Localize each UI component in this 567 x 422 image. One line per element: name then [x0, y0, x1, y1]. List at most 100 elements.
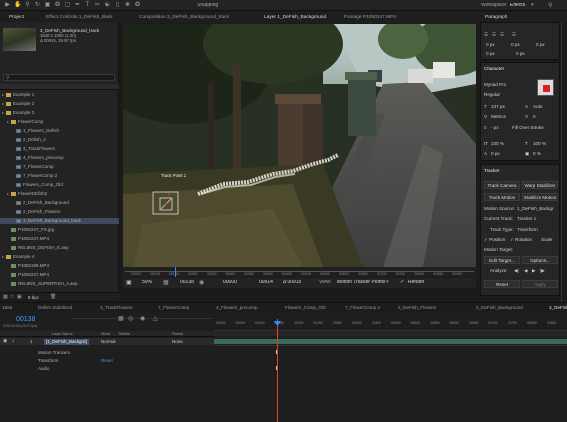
project-folder[interactable]: ▸ Example 1 [0, 92, 119, 98]
indent-left-field[interactable]: 0 px [486, 42, 495, 47]
analyze-forward-frame-icon[interactable]: |▶ [540, 268, 545, 274]
project-item[interactable]: 2_DeFish_Background [0, 200, 119, 206]
tab-project[interactable]: Project [1, 13, 24, 22]
pen-tool-icon[interactable]: ✒ [74, 2, 81, 9]
project-folder[interactable]: ▸ FlowerDEfish2 [0, 191, 119, 197]
timeline-tab[interactable]: 7_FlowerComp [158, 305, 189, 310]
timeline-ruler[interactable]: 0000000050001000015000200002500030000350… [214, 319, 567, 331]
interpret-footage-icon[interactable]: ▦ [3, 294, 8, 300]
eye-icon[interactable]: ◉ [3, 338, 7, 344]
tab-footage[interactable]: Footage P1050247.MP4 [336, 13, 396, 22]
layer-duration-bar[interactable] [214, 339, 567, 344]
timeline-playhead[interactable] [277, 319, 278, 422]
timeline-current-time[interactable]: 00138 [16, 316, 35, 324]
checkbox-icon[interactable]: ✓ [510, 237, 514, 243]
tracking-field[interactable]: 0 [533, 114, 536, 119]
puppet-tool-icon[interactable]: ✪ [134, 2, 141, 9]
timeline-tab[interactable]: 2_DeFish_Background [476, 305, 523, 310]
tab-paragraph[interactable]: Paragraph [477, 13, 507, 22]
motion-blur-icon[interactable]: ◉ [140, 315, 145, 322]
kerning-field[interactable]: Metrics [491, 114, 506, 119]
analyze-backward-icon[interactable]: ◀ [524, 268, 528, 274]
track-point-attach[interactable] [164, 202, 168, 206]
project-folder[interactable]: ▸ Example 2 [0, 101, 119, 107]
timeline-tab[interactable]: 4_Flowers_precomp [216, 305, 258, 310]
out-point[interactable]: 00914 [259, 280, 273, 286]
project-folder[interactable]: ▸ FlowerComp [0, 119, 119, 125]
justify-icon[interactable]: ☰ [512, 32, 516, 38]
transform-reset-link[interactable]: Reset [101, 358, 113, 363]
render-checkbox[interactable]: Render [408, 280, 424, 286]
baseline-field[interactable]: 0 px [491, 151, 500, 156]
tab-composition[interactable]: Composition 3_DeFish_Background_track [131, 13, 229, 22]
analyze-back-frame-icon[interactable]: ◀| [514, 268, 519, 274]
project-folder[interactable]: ▸ Example 4 [0, 254, 119, 260]
brush-tool-icon[interactable]: ✏ [94, 2, 101, 9]
space-before-field[interactable]: 0 px [486, 51, 495, 56]
view-select[interactable]: Motion Tracker Points [337, 280, 385, 286]
vertical-scale-field[interactable]: 100 % [491, 141, 504, 146]
search-icon[interactable]: ⚲ [548, 2, 552, 9]
eraser-tool-icon[interactable]: ▯ [114, 2, 121, 9]
timeline-tab[interactable]: 7_FlowerComp 2 [345, 305, 380, 310]
fill-color-swatch[interactable] [537, 79, 554, 96]
track-motion-button[interactable]: Track Motion [484, 193, 520, 201]
timeline-tab[interactable]: 1556 [2, 305, 12, 310]
draft-3d-icon[interactable]: ◎ [128, 315, 133, 322]
project-item[interactable]: P1050247.MP4 [0, 236, 119, 242]
workspace-select[interactable]: Effects [510, 3, 525, 9]
project-item[interactable]: 1_Flowers_Defish [0, 128, 119, 134]
layer-name[interactable]: [1_DeFish_Backgrd] [44, 338, 89, 345]
pan-behind-tool-icon[interactable]: ❂ [54, 2, 61, 9]
reset-button[interactable]: Reset [484, 280, 520, 288]
project-item[interactable]: 7_FlowerComp [0, 164, 119, 170]
hand-tool-icon[interactable]: ✋ [14, 2, 21, 9]
font-size-field[interactable]: 137 px [491, 104, 505, 109]
project-item[interactable]: Flowers_Comp_Old [0, 182, 119, 188]
selection-tool-icon[interactable]: ▶ [4, 2, 11, 9]
magnification-icon[interactable]: ▣ [126, 279, 132, 286]
layer-parent-select[interactable]: None [172, 339, 183, 344]
rotate-tool-icon[interactable]: ↻ [34, 2, 41, 9]
audio-icon[interactable]: ♪ [12, 338, 15, 344]
chevron-down-icon[interactable]: ▾ [531, 2, 534, 8]
zoom-select[interactable]: 50% [142, 280, 152, 286]
timeline-tab[interactable]: Defish Stabilized [38, 305, 72, 310]
snapshot-icon[interactable]: ◉ [199, 279, 204, 286]
project-item[interactable]: 3_TrackFlowers [0, 146, 119, 152]
stroke-width-field[interactable]: - px [491, 125, 499, 130]
options-button[interactable]: Options... [522, 256, 558, 264]
bpc-toggle[interactable]: 8 bpc [28, 295, 39, 300]
font-style-select[interactable]: Regular [484, 92, 500, 97]
project-item[interactable]: 4_Flowers_precomp [0, 155, 119, 161]
apply-button[interactable]: Apply [522, 280, 558, 288]
timeline-tab[interactable]: Flowers_Comp_Old [285, 305, 326, 310]
timeline-tab[interactable]: 3_DeFish [549, 305, 567, 310]
roto-brush-tool-icon[interactable]: ❀ [124, 2, 131, 9]
current-track-select[interactable]: Tracker 1 [517, 216, 536, 221]
warp-stabilizer-button[interactable]: Warp Stabilizer [522, 181, 558, 189]
chevron-down-icon[interactable]: ▾ [386, 279, 389, 285]
project-item[interactable]: 2_DeFish_Flowers [0, 209, 119, 215]
horizontal-scale-field[interactable]: 100 % [533, 141, 546, 146]
layer-row[interactable]: ◉ ♪ 1 [1_DeFish_Backgrd] Normal None [0, 338, 214, 345]
viewer-time-ruler[interactable]: 00050 00100 00150 00200 00250 00300 00350 00400… [123, 267, 476, 277]
snapping-label[interactable]: Snapping [197, 3, 218, 9]
align-center-icon[interactable]: ☰ [492, 32, 496, 38]
grid-icon[interactable]: ▦ [163, 279, 169, 286]
motion-trackers-group[interactable]: Motion Trackers [38, 350, 70, 355]
analyze-forward-icon[interactable]: ▶ [532, 268, 536, 274]
motion-source-select[interactable]: 1_DeFish_Backgr [517, 206, 554, 211]
track-camera-button[interactable]: Track Camera [484, 181, 520, 189]
stabilize-motion-button[interactable]: Stabilize Motion [522, 193, 558, 201]
project-item[interactable]: 7_FlowerComp 2 [0, 173, 119, 179]
work-area-bar[interactable] [214, 331, 567, 336]
tab-layer[interactable]: Layer 1_DeFish_Background [256, 13, 326, 22]
project-search-input[interactable]: ⚲ [3, 74, 115, 81]
scale-checkbox[interactable]: Scale [541, 237, 553, 242]
text-tool-icon[interactable]: T [84, 2, 91, 9]
position-checkbox[interactable]: Position [489, 237, 505, 242]
checkbox-icon[interactable]: ✓ [484, 237, 488, 243]
transform-group[interactable]: Transform [38, 358, 58, 363]
rectangle-tool-icon[interactable]: ▢ [64, 2, 71, 9]
